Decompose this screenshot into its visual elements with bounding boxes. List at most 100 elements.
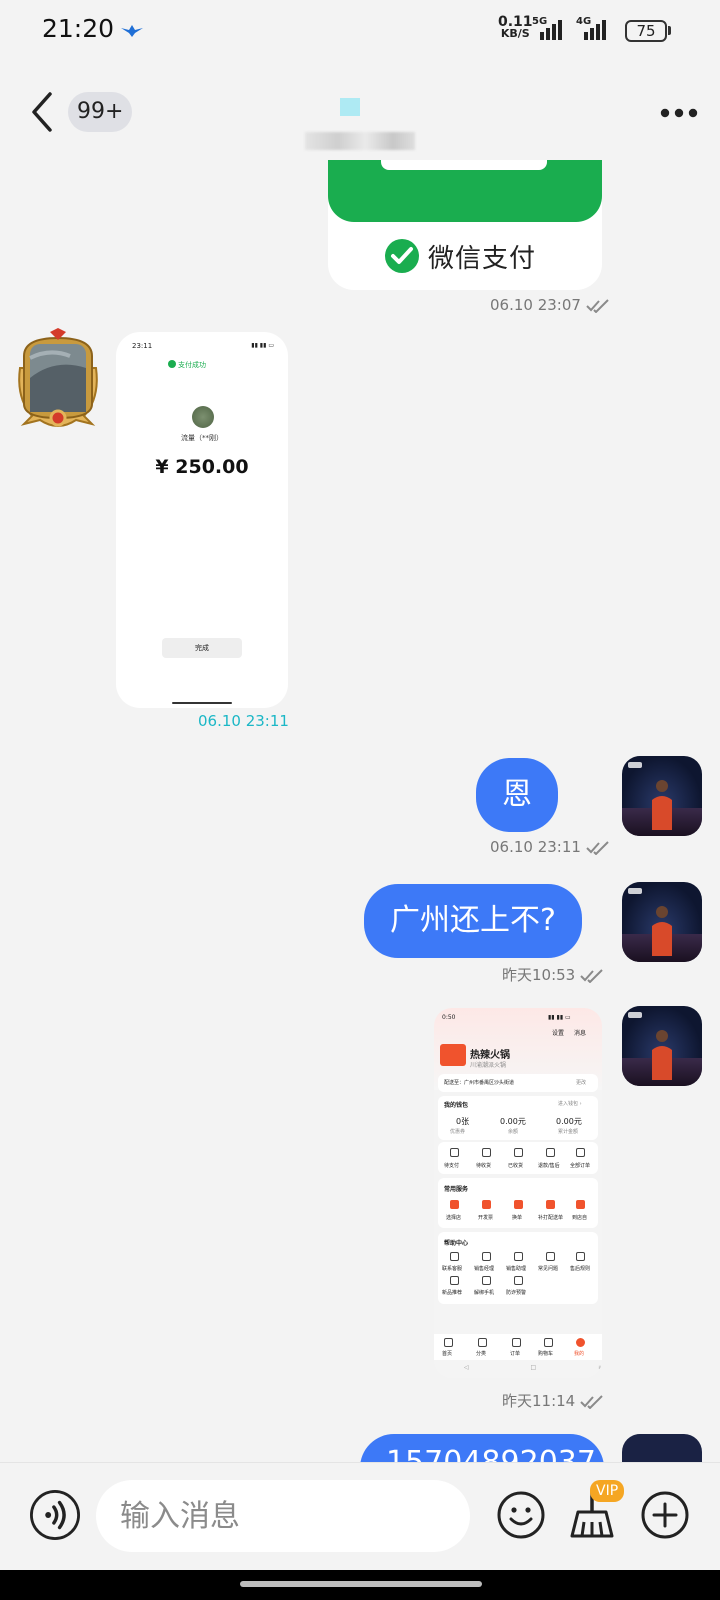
shot-address-card: 配送至：广州市番禺区沙头街道 更改: [438, 1074, 598, 1092]
battery-tip: [668, 26, 671, 35]
order-label: 全部订单: [570, 1163, 591, 1169]
my-avatar-partial: [622, 1434, 702, 1462]
receipt-timestamp: 06.10 23:11: [198, 712, 289, 730]
receipt-success: 支付成功: [178, 361, 206, 369]
help-icon: [450, 1252, 459, 1261]
wechat-pay-card[interactable]: 微信支付: [328, 160, 602, 290]
shot-help-card: 帮助中心 联系客服 销售经理 销售助理 常见问题 售后规则 新品推荐 解绑手机 …: [438, 1232, 598, 1304]
receipt-home-bar: [172, 702, 232, 704]
help-icon: [482, 1252, 491, 1261]
message-bubble[interactable]: 恩: [476, 758, 558, 832]
help-icon: [450, 1276, 459, 1285]
service-icon: [576, 1200, 585, 1209]
back-arrow-icon[interactable]: [24, 88, 64, 136]
order-icon: [546, 1148, 555, 1157]
receipt-time: 23:11: [132, 342, 153, 350]
help-label: 防诈预警: [506, 1290, 527, 1296]
nav-icon: [512, 1338, 521, 1347]
unread-count-badge[interactable]: 99+: [68, 92, 133, 132]
avatar-logo: [628, 1012, 642, 1018]
msg1-time: 06.10 23:11: [490, 838, 581, 856]
signal-4g-icon: 4G: [576, 16, 606, 42]
merchant-avatar: [192, 406, 214, 428]
pay-card-strip: [381, 160, 547, 170]
wallet-label: 优惠券: [450, 1129, 466, 1135]
order-icon: [576, 1148, 585, 1157]
avatar-logo: [628, 762, 642, 768]
receipt-status-icons: ▮▮ ▮▮ ▭: [251, 342, 274, 349]
message-bubble[interactable]: 15704892037: [360, 1434, 604, 1462]
service-label: 换单: [512, 1215, 523, 1221]
my-avatar[interactable]: [622, 882, 702, 962]
my-avatar[interactable]: [622, 756, 702, 836]
message-bubble[interactable]: 广州还上不?: [364, 884, 582, 958]
help-icon: [576, 1252, 585, 1261]
msg-timestamp: 06.10 23:07: [490, 296, 610, 314]
shop-logo-icon: [440, 1044, 466, 1066]
help-label: 销售经理: [474, 1266, 495, 1272]
app-screenshot-image[interactable]: 0:50 ▮▮ ▮▮ ▭ 设置 消息 热辣火锅 川渝潮派火锅 配送至：广州市番禺…: [434, 1008, 602, 1378]
service-label: 开发票: [478, 1215, 494, 1221]
home-indicator[interactable]: [240, 1581, 482, 1587]
status-time: 21:20: [42, 14, 115, 43]
receipt-amount: ¥ 250.00: [155, 456, 249, 478]
service-icon: [450, 1200, 459, 1209]
net-speed: 0.11 KB/S: [498, 15, 533, 40]
shot-status-time: 0:50: [442, 1014, 456, 1021]
contact-avatar-blurred: [340, 98, 360, 116]
plus-icon[interactable]: [640, 1490, 690, 1540]
receipt-merchant: 流量（**刚）: [181, 434, 223, 442]
double-check-icon: [580, 968, 603, 983]
shot-shop-sub: 川渝潮派火锅: [470, 1062, 507, 1069]
wallet-label: 余额: [508, 1129, 519, 1135]
service-label: 选择店: [446, 1215, 462, 1221]
shot-system-nav: ◁ □ ≡: [464, 1364, 602, 1371]
help-icon: [482, 1276, 491, 1285]
help-label: 新品推荐: [442, 1290, 463, 1296]
help-icon: [546, 1252, 555, 1261]
order-label: 已收货: [508, 1163, 524, 1169]
avatar-logo: [628, 888, 642, 894]
nav-label: 订单: [510, 1351, 521, 1357]
message-input[interactable]: [96, 1480, 470, 1552]
avatar-person: [652, 1030, 672, 1080]
double-check-icon: [580, 1394, 603, 1409]
shot-orders-card: 待支付 待收货 已收货 退款/售后 全部订单: [438, 1142, 598, 1174]
service-icon: [546, 1200, 555, 1209]
help-icon: [514, 1252, 523, 1261]
nav-label: 首页: [442, 1351, 453, 1357]
double-check-icon: [586, 840, 609, 855]
help-label: 销售助理: [506, 1266, 527, 1272]
order-icon: [514, 1148, 523, 1157]
pay-card-label: 微信支付: [428, 244, 537, 274]
msg-timestamp: 06.10 23:11: [490, 838, 610, 856]
payment-receipt-image[interactable]: 23:11 ▮▮ ▮▮ ▭ 支付成功 流量（**刚） ¥ 250.00 完成: [116, 332, 288, 708]
order-label: 退款/售后: [538, 1163, 560, 1169]
nav-icon: [576, 1338, 585, 1347]
nav-icon: [544, 1338, 553, 1347]
wallet-label: 累计金额: [558, 1129, 579, 1135]
shot-common-title: 常用服务: [444, 1186, 469, 1193]
receipt-done-button: 完成: [162, 638, 242, 658]
my-avatar[interactable]: [622, 1006, 702, 1086]
vip-badge: VIP: [590, 1480, 625, 1502]
help-label: 联系客服: [442, 1266, 463, 1272]
more-icon[interactable]: [660, 108, 698, 118]
service-icon: [514, 1200, 523, 1209]
voice-icon[interactable]: [30, 1490, 80, 1540]
shot-address: 配送至：广州市番禺区沙头街道: [444, 1080, 515, 1086]
nav-icon: [478, 1338, 487, 1347]
battery-indicator: 75: [625, 20, 667, 42]
shot-shop-name: 热辣火锅: [470, 1050, 510, 1061]
shot-time: 昨天11:14: [502, 1392, 576, 1410]
emoji-icon[interactable]: [496, 1490, 546, 1540]
shot-status-icons: ▮▮ ▮▮ ▭: [548, 1014, 571, 1021]
nav-label: 我的: [574, 1351, 585, 1357]
help-icon: [514, 1276, 523, 1285]
contact-name-blurred: [305, 132, 415, 150]
success-check-icon: [168, 360, 176, 368]
msg2-time: 昨天10:53: [502, 966, 576, 984]
order-label: 待支付: [444, 1163, 460, 1169]
contact-avatar[interactable]: [10, 328, 106, 432]
order-icon: [450, 1148, 459, 1157]
